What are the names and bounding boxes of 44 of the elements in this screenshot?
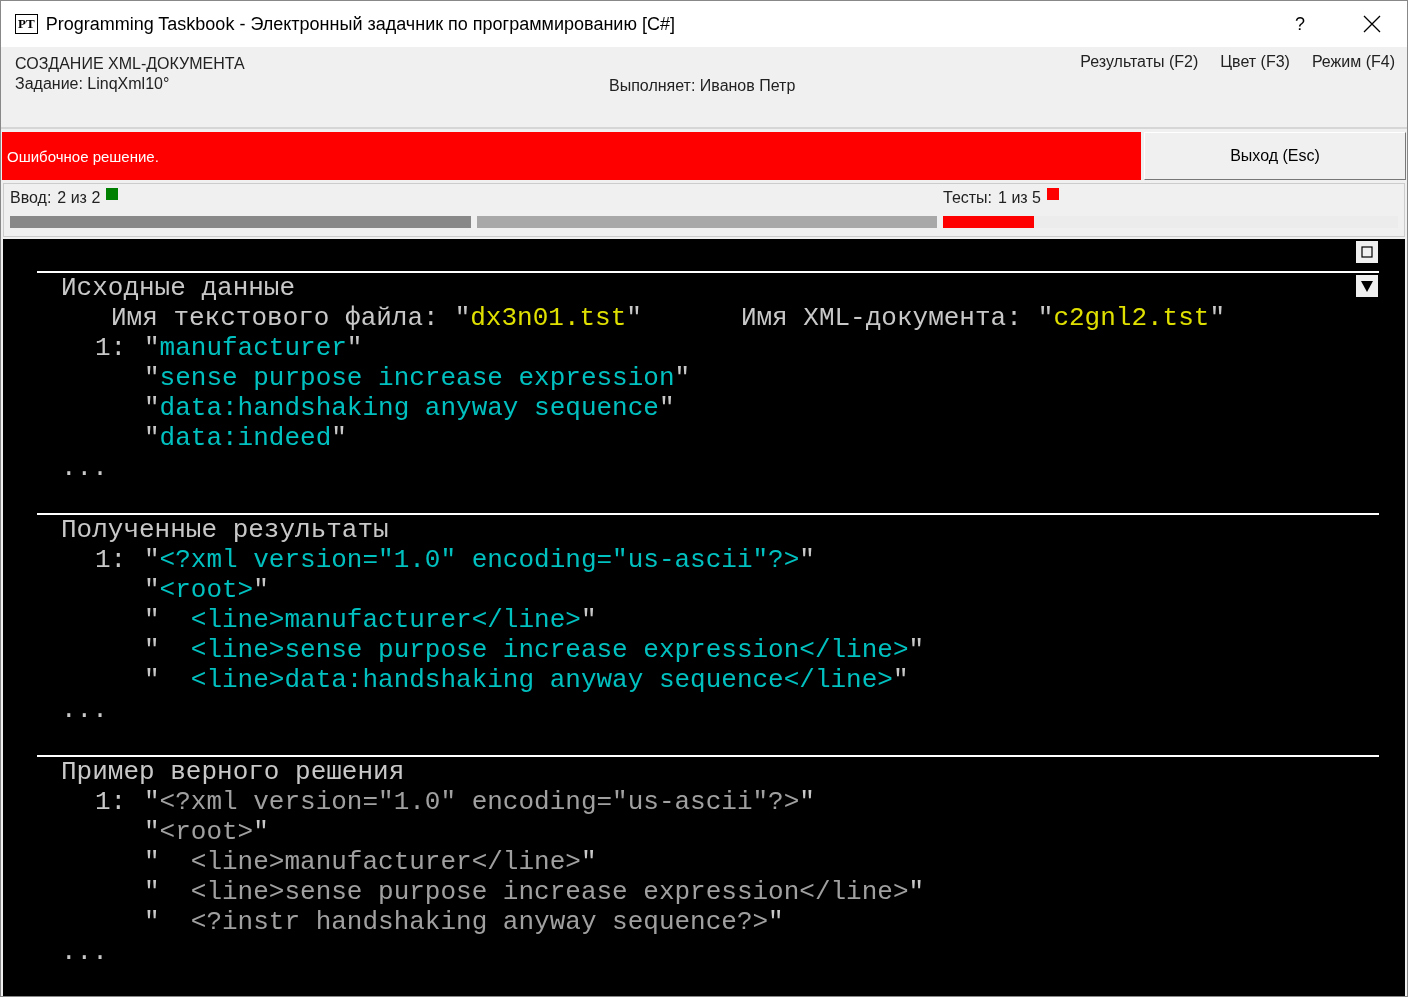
tests-label: Тесты: [943, 189, 993, 207]
data-line: " <line>sense purpose increase expression</line>" [144, 635, 925, 665]
ellipsis: ... [61, 695, 108, 725]
data-line: "<root>" [144, 817, 269, 847]
line-number: 1: [95, 787, 127, 817]
line-number: 1: [95, 333, 127, 363]
task-group-title: СОЗДАНИЕ XML-ДОКУМЕНТА [15, 55, 246, 73]
data-line: " <line>manufacturer</line>" [144, 605, 597, 635]
data-line: "data:handshaking anyway sequence" [144, 393, 675, 423]
student-name: Выполняет: Иванов Петр [609, 76, 797, 96]
tests-count: 1 из 5 [998, 189, 1041, 207]
window-title: Programming Taskbook - Электронный задачник по программированию [C#] [45, 13, 676, 35]
app-logo-icon: PT [15, 14, 38, 34]
file-label: Имя текстового файла: [111, 303, 439, 333]
data-line: " <line>sense purpose increase expression</line>" [144, 877, 925, 907]
data-line: "data:indeed" [144, 423, 347, 453]
data-line: "<?xml version="1.0" encoding="us-ascii"?>" [144, 545, 815, 575]
status-message: Ошибочное решение. [7, 147, 159, 165]
file-name: "c2gnl2.tst" [1037, 303, 1225, 333]
data-line: "<?xml version="1.0" encoding="us-ascii"?>" [144, 787, 815, 817]
input-label: Ввод: [10, 189, 52, 207]
help-button[interactable]: ? [1295, 13, 1305, 35]
data-line: "<root>" [144, 575, 269, 605]
ellipsis: ... [61, 453, 108, 483]
data-line: "manufacturer" [144, 333, 363, 363]
ellipsis: ... [61, 937, 108, 967]
input-count: 2 из 2 [57, 189, 101, 207]
menu-item[interactable]: Цвет (F3) [1220, 53, 1290, 127]
menu-item[interactable]: Результаты (F2) [1080, 53, 1199, 127]
section-title: Исходные данные [61, 273, 296, 303]
file-label: Имя XML-документа: [740, 303, 1022, 333]
section-title: Полученные результаты [61, 515, 389, 545]
section-title: Пример верного решения [61, 757, 405, 787]
exit-button[interactable]: Выход (Esc) [1144, 132, 1406, 180]
maximize-icon[interactable] [1356, 241, 1378, 263]
menu-item[interactable]: Режим (F4) [1311, 53, 1395, 127]
data-line: " <?instr handshaking anyway sequence?>" [144, 907, 784, 937]
file-name: "dx3n01.tst" [454, 303, 642, 333]
data-line: "sense purpose increase expression" [144, 363, 691, 393]
data-line: " <line>data:handshaking anyway sequence</line>" [144, 665, 909, 695]
data-line: " <line>manufacturer</line>" [144, 847, 597, 877]
task-name: Задание: LinqXml10° [15, 75, 171, 93]
line-number: 1: [95, 545, 127, 575]
close-icon[interactable] [1363, 15, 1381, 33]
